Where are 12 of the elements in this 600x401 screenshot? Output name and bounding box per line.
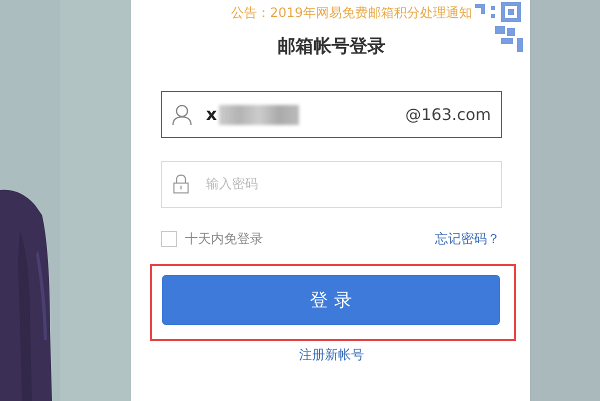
login-button[interactable]: 登 录	[162, 275, 500, 325]
user-icon	[172, 104, 192, 126]
username-value: x	[206, 104, 217, 124]
forgot-password-link[interactable]: 忘记密码？	[435, 230, 500, 248]
register-link[interactable]: 注册新帐号	[299, 348, 364, 363]
login-title: 邮箱帐号登录	[276, 35, 386, 59]
lock-icon	[173, 174, 189, 194]
password-field[interactable]: 输入密码	[161, 161, 502, 208]
username-field[interactable]: x @163.com	[161, 91, 502, 138]
domain-suffix: @163.com	[405, 105, 491, 124]
remember-label: 十天内免登录	[185, 231, 263, 248]
remember-checkbox[interactable]	[161, 231, 177, 247]
